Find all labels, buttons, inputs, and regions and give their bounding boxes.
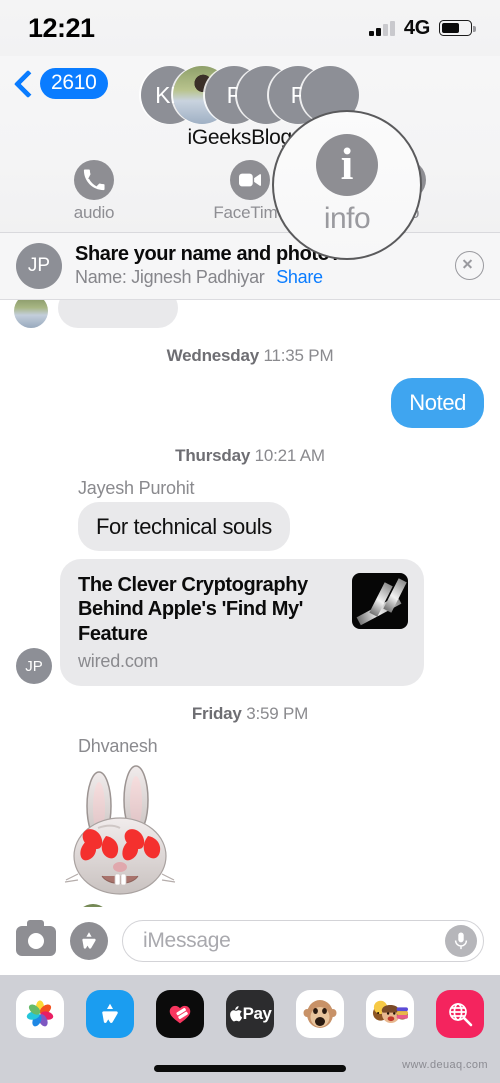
images-search-icon[interactable] <box>436 990 484 1038</box>
link-preview-meta: The Clever Cryptography Behind Apple's '… <box>78 573 338 672</box>
audio-call-button[interactable]: audio <box>46 160 142 223</box>
conversation-header: 2610 KB P P iGeeksBlog audio FaceTime <box>0 56 500 233</box>
date-separator-time: 10:21 AM <box>254 445 325 465</box>
message-row-link-preview: JP The Clever Cryptography Behind Apple'… <box>0 559 500 687</box>
message-bubble[interactable]: Noted <box>391 378 490 428</box>
video-camera-icon <box>230 160 270 200</box>
apple-pay-label: Pay <box>242 1004 272 1023</box>
home-indicator[interactable] <box>154 1064 346 1072</box>
avatar <box>14 300 48 328</box>
camera-icon[interactable] <box>16 920 56 956</box>
group-avatar-photo <box>173 66 231 124</box>
status-bar: 12:21 4G <box>0 0 500 56</box>
date-separator-day: Thursday <box>175 445 251 465</box>
site-watermark: www.deuaq.com <box>402 1059 488 1071</box>
date-separator: Wednesday 11:35 PM <box>0 346 500 366</box>
header-action-row: audio FaceTime info <box>0 160 500 223</box>
battery-icon <box>439 20 476 36</box>
date-separator: Thursday 10:21 AM <box>0 446 500 466</box>
cellular-signal-icon <box>369 20 395 36</box>
message-row-memoji <box>0 760 500 915</box>
apple-pay-icon[interactable]: Pay <box>226 990 274 1038</box>
date-separator: Friday 3:59 PM <box>0 704 500 724</box>
link-preview-title: The Clever Cryptography Behind Apple's '… <box>78 574 308 645</box>
share-name-value: Name: Jignesh Padhiyar <box>75 267 265 287</box>
date-separator-time: 3:59 PM <box>246 704 309 724</box>
share-name-photo-banner: JP Share your name and photo? Name: Jign… <box>0 232 500 300</box>
magnifier-lens-overlay: i info <box>272 110 422 260</box>
message-thread[interactable]: Wednesday 11:35 PM Noted Thursday 10:21 … <box>0 300 500 915</box>
wired-logo-icon <box>352 573 408 629</box>
sender-name-label: Dhvanesh <box>78 736 158 757</box>
share-banner-subtitle: Name: Jignesh Padhiyar Share <box>75 267 455 288</box>
sender-name-label: Jayesh Purohit <box>78 477 195 498</box>
imessage-conversation-screen: 12:21 4G 2610 KB P P iGeeksBlog audio Fa… <box>0 0 500 1083</box>
digital-touch-icon[interactable] <box>156 990 204 1038</box>
share-banner-title: Share your name and photo? <box>75 243 342 265</box>
date-separator-day: Friday <box>191 704 242 724</box>
avatar: JP <box>16 242 62 289</box>
avatar: JP <box>16 648 52 685</box>
message-bubble[interactable]: For technical souls <box>78 501 290 551</box>
thread-title[interactable]: iGeeksBlog <box>0 126 500 150</box>
share-banner-text: Share your name and photo? Name: Jignesh… <box>75 243 455 288</box>
photos-icon[interactable] <box>16 990 64 1038</box>
microphone-icon[interactable] <box>445 925 477 957</box>
app-store-icon[interactable] <box>86 990 134 1038</box>
info-icon-magnified: i <box>316 134 378 196</box>
partial-message-row <box>0 300 500 328</box>
memoji-icon[interactable] <box>366 990 414 1038</box>
info-label-magnified: info <box>323 202 371 235</box>
imessage-app-drawer: Pay <box>0 975 500 1053</box>
link-preview-card[interactable]: The Clever Cryptography Behind Apple's '… <box>60 559 424 687</box>
phone-icon <box>74 160 114 200</box>
message-row-outgoing: Noted <box>0 378 500 428</box>
message-input-placeholder: iMessage <box>143 929 231 952</box>
status-time: 12:21 <box>28 12 95 43</box>
animoji-icon[interactable] <box>296 990 344 1038</box>
date-separator-day: Wednesday <box>166 346 260 365</box>
message-row-incoming: For technical souls <box>0 501 500 551</box>
date-separator-time: 11:35 PM <box>263 346 334 365</box>
app-store-icon[interactable] <box>70 922 108 960</box>
audio-call-label: audio <box>73 203 115 222</box>
message-input-bar: iMessage <box>0 907 500 975</box>
status-indicators: 4G <box>369 16 476 40</box>
link-preview-domain: wired.com <box>78 651 159 672</box>
group-avatar-stack[interactable]: KB P P <box>0 62 500 128</box>
bunny-heart-eyes-memoji[interactable] <box>62 762 180 902</box>
share-link-button[interactable]: Share <box>276 267 323 287</box>
message-bubble <box>58 300 178 328</box>
network-type-label: 4G <box>403 16 430 39</box>
close-icon[interactable] <box>455 251 484 280</box>
thread-title-label: iGeeksBlog <box>187 126 293 149</box>
message-input-field[interactable]: iMessage <box>122 920 484 962</box>
